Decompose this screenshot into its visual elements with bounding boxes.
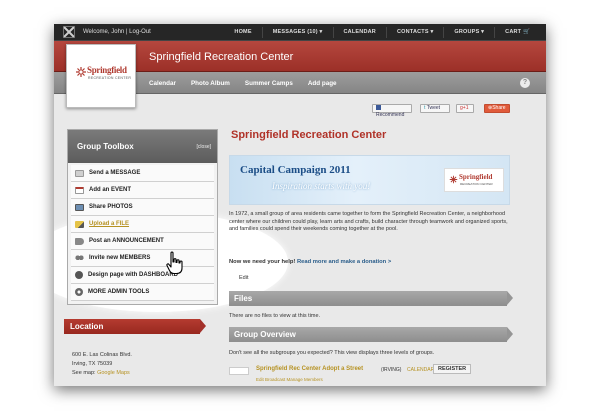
group-city: (IRVING) xyxy=(381,367,402,373)
address-line-1: 600 E. Las Colinas Blvd. xyxy=(72,352,132,358)
logo-word: Springfield xyxy=(87,65,127,75)
tool-label: MORE ADMIN TOOLS xyxy=(88,289,150,295)
google-plus-button[interactable]: g+1 xyxy=(456,104,474,113)
gplus-label: +1 xyxy=(462,105,469,111)
site-logo-icon[interactable] xyxy=(63,26,75,38)
see-map-label: See map: xyxy=(72,370,96,376)
group-overview-heading-arrow xyxy=(507,327,513,341)
facebook-icon xyxy=(376,105,381,111)
tool-label: Post an ANNOUNCEMENT xyxy=(89,238,164,244)
banner-logo-word: Springfield xyxy=(459,173,493,181)
location-heading-arrow xyxy=(200,319,206,333)
map-line: See map: Google Maps xyxy=(72,370,130,376)
tool-label: Invite new MEMBERS xyxy=(89,255,151,261)
tab-add-page[interactable]: Add page xyxy=(308,80,337,87)
files-heading: Files xyxy=(229,291,507,306)
tool-send-message[interactable]: Send a MESSAGE xyxy=(71,165,214,182)
hand-cursor-icon xyxy=(166,251,183,275)
nav-cart[interactable]: CART 🛒 xyxy=(494,27,540,38)
nav-groups[interactable]: GROUPS ▾ xyxy=(443,27,494,38)
top-nav: HOME MESSAGES (10) ▾ CALENDAR CONTACTS ▾… xyxy=(224,24,540,41)
sunburst-icon xyxy=(76,67,86,77)
nav-messages[interactable]: MESSAGES (10) ▾ xyxy=(261,27,333,38)
campaign-banner[interactable]: Capital Campaign 2011 Inspiration starts… xyxy=(229,155,510,205)
donation-line: Now we need your help! Read more and mak… xyxy=(229,259,391,265)
nav-calendar[interactable]: CALENDAR xyxy=(332,27,386,38)
tool-label: Add an EVENT xyxy=(89,187,132,193)
share-button[interactable]: ⊕Share xyxy=(484,104,510,113)
tweet-label: Tweet xyxy=(426,105,441,111)
tool-share-photos[interactable]: Share PHOTOS xyxy=(71,199,214,216)
dashboard-icon xyxy=(75,271,83,279)
files-note: There are no files to view at this time. xyxy=(229,313,321,319)
tool-more-admin[interactable]: MORE ADMIN TOOLS xyxy=(71,284,214,301)
banner-tagline: Inspiration starts with you! xyxy=(272,181,371,191)
page-title: Springfield Recreation Center xyxy=(231,129,387,141)
nav-home[interactable]: HOME xyxy=(224,27,261,38)
facebook-recommend-button[interactable]: Recommend xyxy=(372,104,412,118)
register-button[interactable]: REGISTER xyxy=(433,364,472,374)
megaphone-icon xyxy=(75,237,84,245)
toolbox-title: Group Toolbox xyxy=(77,142,134,151)
welcome-text: Welcome, John | Log-Out xyxy=(83,29,151,35)
welcome-separator: | xyxy=(125,29,128,35)
tool-design-dashboard[interactable]: Design page with DASHBOARD xyxy=(71,267,214,284)
org-logo[interactable]: Springfield RECREATION CENTER xyxy=(66,44,136,108)
welcome-label: Welcome, John xyxy=(83,29,125,35)
location-heading: Location xyxy=(64,319,200,334)
tab-calendar[interactable]: Calendar xyxy=(149,80,176,87)
people-icon xyxy=(75,254,84,262)
envelope-icon xyxy=(75,169,84,177)
help-text: Now we need your help! xyxy=(229,259,296,265)
group-name-link[interactable]: Springfield Rec Center Adopt a Street xyxy=(256,366,363,372)
toolbox-close-link[interactable]: [close] xyxy=(197,144,211,150)
overview-note: Don't see all the subgroups you expected… xyxy=(229,350,435,356)
share-label: Share xyxy=(492,105,506,111)
nav-contacts[interactable]: CONTACTS ▾ xyxy=(385,27,443,38)
tool-label: Upload a FILE xyxy=(89,221,130,227)
gear-icon xyxy=(75,288,83,296)
tool-add-event[interactable]: Add an EVENT xyxy=(71,182,214,199)
tab-summer-camps[interactable]: Summer Camps xyxy=(245,80,293,87)
donation-link[interactable]: Read more and make a donation > xyxy=(297,259,391,265)
address-line-2: Irving, TX 75039 xyxy=(72,361,113,367)
group-calendar-link[interactable]: CALENDAR xyxy=(407,367,434,373)
banner-logo-sub: RECREATION CENTER xyxy=(460,182,493,186)
tool-invite-members[interactable]: Invite new MEMBERS xyxy=(71,250,214,267)
browser-frame: Welcome, John | Log-Out HOME MESSAGES (1… xyxy=(54,24,546,386)
recommend-label: Recommend xyxy=(376,112,405,118)
tool-label: Send a MESSAGE xyxy=(89,170,141,176)
tool-label: Share PHOTOS xyxy=(89,204,133,210)
logout-link[interactable]: Log-Out xyxy=(129,29,151,35)
calendar-icon xyxy=(75,186,84,194)
banner-title: Capital Campaign 2011 xyxy=(240,164,351,176)
group-overview-heading: Group Overview xyxy=(229,327,507,342)
sunburst-icon xyxy=(449,175,458,184)
group-toolbox: Group Toolbox [close] Send a MESSAGE Add… xyxy=(67,129,218,305)
toolbox-header: Group Toolbox [close] xyxy=(68,130,217,163)
edit-link[interactable]: Edit xyxy=(239,275,248,281)
help-icon[interactable]: ? xyxy=(520,78,530,88)
tab-photo-album[interactable]: Photo Album xyxy=(191,80,230,87)
banner-logo: Springfield RECREATION CENTER xyxy=(444,168,504,192)
top-bar: Welcome, John | Log-Out HOME MESSAGES (1… xyxy=(54,24,546,41)
tool-upload-file[interactable]: Upload a FILE xyxy=(71,216,214,233)
photo-icon xyxy=(75,203,84,211)
pencil-icon xyxy=(75,220,84,228)
site-title[interactable]: Springfield Recreation Center xyxy=(149,51,293,63)
google-maps-link[interactable]: Google Maps xyxy=(97,370,130,376)
logo-subtitle: RECREATION CENTER xyxy=(88,76,132,80)
files-heading-arrow xyxy=(507,291,513,305)
tool-post-announcement[interactable]: Post an ANNOUNCEMENT xyxy=(71,233,214,250)
group-logo-icon xyxy=(229,367,249,375)
tweet-button[interactable]: t Tweet xyxy=(420,104,450,113)
group-admin-links[interactable]: Edit Broadcast Manage Members xyxy=(256,377,323,382)
group-row: Springfield Rec Center Adopt a Street (I… xyxy=(229,363,509,386)
intro-paragraph: In 1972, a small group of area residents… xyxy=(229,211,508,233)
